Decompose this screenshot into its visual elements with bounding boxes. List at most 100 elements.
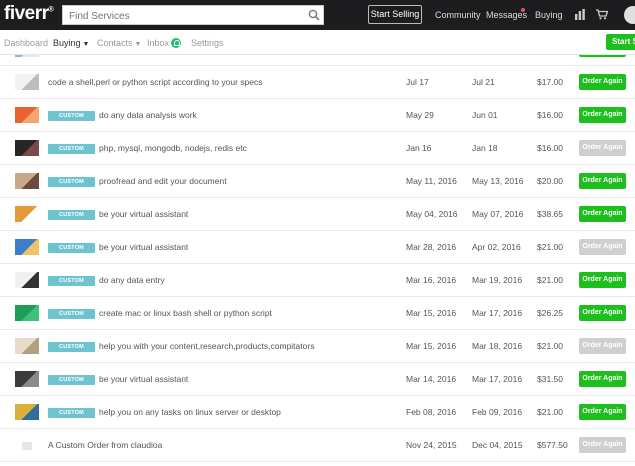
order-again-button[interactable]: Order Again <box>579 107 626 123</box>
tab-inbox[interactable]: Inbox <box>147 38 182 48</box>
gig-thumbnail[interactable] <box>15 239 39 255</box>
order-row: code a shell,perl or python script accor… <box>0 66 635 99</box>
order-row: A Custom Order from claudioa Nov 24, 2015… <box>0 429 635 462</box>
delivery-date: Apr 02, 2016 <box>472 242 521 252</box>
gig-title-link[interactable]: A Custom Order from claudioa <box>48 440 162 450</box>
buying-link[interactable]: Buying <box>535 10 563 20</box>
chevron-down-icon: ▼ <box>134 41 142 48</box>
gig-title-link[interactable]: code a shell,perl or python script accor… <box>48 77 263 87</box>
gig-thumbnail[interactable] <box>15 74 39 90</box>
cart-icon[interactable] <box>596 9 608 20</box>
order-date: Jan 16 <box>406 143 432 153</box>
order-date: Mar 16, 2016 <box>406 275 457 285</box>
order-price: $26.25 <box>537 308 563 318</box>
delivery-date: Jul 21 <box>472 77 495 87</box>
delivery-date: Jan 18 <box>472 143 498 153</box>
gig-title-link[interactable]: proofread and edit your document <box>99 176 227 186</box>
order-row: CUSTOM ORDER be your virtual assistant Mar… <box>0 231 635 264</box>
custom-order-badge: CUSTOM ORDER <box>48 309 95 327</box>
order-again-button[interactable]: Order Again <box>579 173 626 189</box>
tab-buying-label: Buying <box>53 38 81 48</box>
start-selling-button[interactable]: Start Selling <box>368 5 422 24</box>
gig-thumbnail[interactable] <box>15 305 39 321</box>
gig-title-link[interactable]: help you with your content,research,prod… <box>99 341 314 351</box>
order-price: $16.00 <box>537 110 563 120</box>
order-row: CUSTOM ORDER proofread and edit your docu… <box>0 165 635 198</box>
order-date: Mar 15, 2016 <box>406 308 457 318</box>
gig-title-link[interactable]: be your virtual assistant <box>99 374 188 384</box>
order-price: $17.00 <box>537 77 563 87</box>
order-again-button: Order Again <box>579 437 626 453</box>
orders-rows: solve any wordpress problem instantlyJul… <box>0 55 635 462</box>
order-price: $20.00 <box>537 176 563 186</box>
order-again-button[interactable]: Order Again <box>579 74 626 90</box>
community-link[interactable]: Community <box>435 10 481 20</box>
gig-thumbnail[interactable] <box>15 140 39 156</box>
order-row: CUSTOM ORDER do any data entry Mar 16, 201… <box>0 264 635 297</box>
order-again-button[interactable]: Order Again <box>579 305 626 321</box>
tab-dashboard[interactable]: Dashboard <box>4 38 48 48</box>
custom-order-badge: CUSTOM ORDER <box>48 342 95 360</box>
stats-icon[interactable] <box>575 9 585 20</box>
delivery-date: May 07, 2016 <box>472 209 524 219</box>
custom-order-badge: CUSTOM ORDER <box>48 210 95 228</box>
gig-thumbnail[interactable] <box>15 272 39 288</box>
orders-list: solve any wordpress problem instantlyJul… <box>0 55 635 466</box>
gig-thumbnail[interactable] <box>15 404 39 420</box>
gig-title-link[interactable]: php, mysql, mongodb, nodejs, redis etc <box>99 143 247 153</box>
custom-order-badge: CUSTOM ORDER <box>48 177 95 195</box>
order-again-button: Order Again <box>579 239 626 255</box>
gig-thumbnail[interactable] <box>15 55 39 57</box>
delivery-date: Dec 04, 2015 <box>472 440 523 450</box>
gig-title-link[interactable]: do any data entry <box>99 275 165 285</box>
gig-thumbnail[interactable] <box>15 338 39 354</box>
search-input[interactable] <box>63 7 293 26</box>
order-price: $16.00 <box>537 143 563 153</box>
gig-thumbnail[interactable] <box>15 206 39 222</box>
order-date: May 11, 2016 <box>406 176 457 186</box>
order-again-button[interactable]: Order Again <box>579 371 626 387</box>
order-row: CUSTOM ORDER be your virtual assistant May… <box>0 198 635 231</box>
gig-thumbnail[interactable] <box>22 442 32 450</box>
order-price: $577.50 <box>537 440 568 450</box>
logo-mark: ® <box>48 6 54 14</box>
delivery-date: Feb 09, 2016 <box>472 407 523 417</box>
order-again-button[interactable]: Order Again <box>579 404 626 420</box>
order-again-button[interactable]: Order Again <box>579 272 626 288</box>
search-icon[interactable] <box>308 9 320 21</box>
order-date: Feb 08, 2016 <box>406 407 457 417</box>
delivery-date: Mar 18, 2016 <box>472 341 523 351</box>
search-box <box>62 5 324 26</box>
sub-navigation: Dashboard Buying ▼ Contacts ▼ Inbox Settin… <box>0 30 635 55</box>
gig-thumbnail[interactable] <box>15 371 39 387</box>
order-date: May 04, 2016 <box>406 209 458 219</box>
gig-title-link[interactable]: do any data analysis work <box>99 110 197 120</box>
tab-settings[interactable]: Settings <box>191 38 224 48</box>
order-row: solve any wordpress problem instantlyJul… <box>0 55 635 66</box>
order-price: $38.65 <box>537 209 563 219</box>
order-again-button[interactable]: Order Again <box>579 55 626 57</box>
gig-title-link[interactable]: be your virtual assistant <box>99 242 188 252</box>
delivery-date: May 13, 2016 <box>472 176 524 186</box>
order-again-button: Order Again <box>579 140 626 156</box>
gig-title-link[interactable]: help you on any tasks on linux server or… <box>99 407 281 417</box>
custom-order-badge: CUSTOM ORDER <box>48 408 95 426</box>
custom-order-badge: CUSTOM ORDER <box>48 375 95 393</box>
top-header: fiverr® Start Selling Community Messages… <box>0 0 635 30</box>
start-selling-green-button[interactable]: Start Selling <box>606 34 635 50</box>
gig-title-link[interactable]: be your virtual assistant <box>99 209 188 219</box>
order-again-button[interactable]: Order Again <box>579 206 626 222</box>
tab-buying[interactable]: Buying ▼ <box>53 38 89 48</box>
gig-title-link[interactable]: create mac or linux bash shell or python… <box>99 308 272 318</box>
custom-order-badge: CUSTOM ORDER <box>48 276 95 294</box>
delivery-date: Mar 17, 2016 <box>472 374 523 384</box>
order-row: CUSTOM ORDER help you on any tasks on lin… <box>0 396 635 429</box>
fiverr-logo[interactable]: fiverr® <box>4 3 54 25</box>
tab-contacts-label: Contacts <box>97 38 133 48</box>
tab-contacts[interactable]: Contacts ▼ <box>97 38 141 48</box>
avatar[interactable] <box>624 6 635 24</box>
gig-thumbnail[interactable] <box>15 107 39 123</box>
delivery-date: Mar 19, 2016 <box>472 275 523 285</box>
gig-thumbnail[interactable] <box>15 173 39 189</box>
logo-text: fiverr <box>4 3 49 24</box>
